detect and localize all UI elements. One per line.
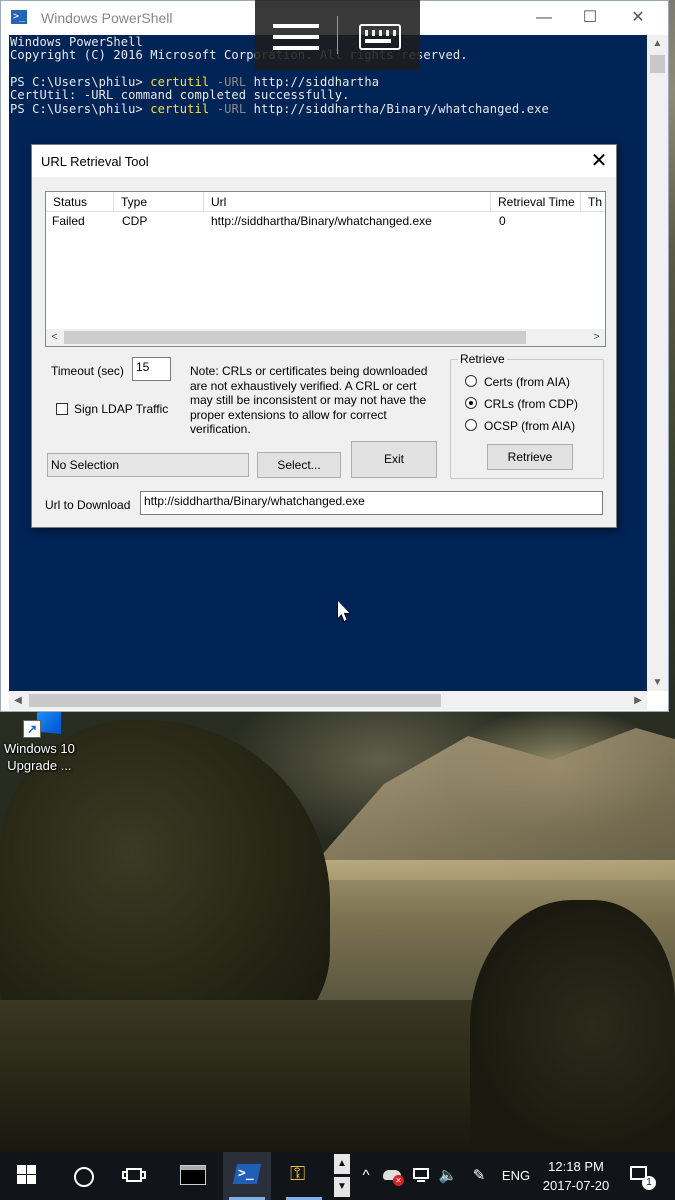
window-title: Windows PowerShell [41,10,173,26]
dialog-title: URL Retrieval Tool [41,154,149,169]
sign-ldap-checkbox[interactable] [56,403,68,415]
keyboard-icon[interactable] [359,24,401,50]
scroll-thumb[interactable] [650,55,665,73]
select-button[interactable]: Select... [257,452,341,478]
chevron-down-icon[interactable]: ▼ [334,1177,350,1197]
clock-time: 12:18 PM [548,1159,604,1174]
console-banner: Windows PowerShell [10,35,143,49]
onedrive-error-icon[interactable]: ✕ [380,1152,406,1200]
taskbar-app-console[interactable] [170,1152,216,1200]
taskbar: >_ ⚿ ▲ ▼ ^ ✕ 🔈 ✎ ENG 12:18 PM 2017-07-20… [0,1152,675,1200]
network-icon[interactable] [408,1152,434,1200]
cell-time: 0 [499,214,506,228]
remote-session-toolbar [255,0,420,70]
powershell-icon: >_ [11,10,27,24]
dialog-close-icon[interactable]: ✕ [588,150,610,172]
taskbar-app-powershell[interactable]: >_ [223,1152,271,1200]
scroll-thumb[interactable] [64,331,526,344]
horizontal-scrollbar[interactable]: ◀ ▶ [9,691,647,710]
language-indicator[interactable]: ENG [497,1152,535,1200]
list-horizontal-scrollbar[interactable]: < > [46,329,605,346]
radio-certs[interactable] [465,375,477,387]
note-text: Note: CRLs or certificates being downloa… [190,364,428,436]
vertical-scrollbar[interactable]: ▲ ▼ [647,35,668,691]
retrieve-groupbox: Retrieve Certs (from AIA) CRLs (from CDP… [450,352,604,479]
cortana-search-icon[interactable] [60,1152,106,1200]
console-command-line: PS C:\Users\philu> certutil -URL http://… [10,75,380,89]
results-list[interactable]: Status Type Url Retrieval Time Th Failed… [45,191,606,347]
retrieve-group-label: Retrieve [458,352,507,366]
radio-certs-label[interactable]: Certs (from AIA) [484,375,570,389]
taskbar-app-certificates[interactable]: ⚿ [280,1152,328,1200]
clock[interactable]: 12:18 PM 2017-07-20 [540,1157,612,1195]
key-certificate-icon: ⚿ [290,1163,306,1185]
cell-status: Failed [52,214,85,228]
show-hidden-icons-chevron-icon[interactable]: ^ [357,1152,375,1200]
scroll-right-icon[interactable]: ▶ [629,691,647,710]
url-to-download-input[interactable]: http://siddhartha/Binary/whatchanged.exe [140,491,603,515]
taskbar-scroll[interactable]: ▲ ▼ [332,1152,352,1200]
scroll-down-icon[interactable]: ▼ [647,674,668,691]
url-retrieval-dialog[interactable]: URL Retrieval Tool ✕ Status Type Url Ret… [31,144,617,528]
exit-button[interactable]: Exit [351,441,437,478]
cell-type: CDP [122,214,148,228]
retrieve-button[interactable]: Retrieve [487,444,573,470]
timeout-label: Timeout (sec) [51,364,124,378]
wallpaper-mountain [300,728,675,880]
toolbar-divider [337,16,338,54]
maximize-button[interactable]: ☐ [567,1,613,35]
dialog-titlebar[interactable]: URL Retrieval Tool ✕ [32,145,616,177]
chevron-right-icon[interactable]: > [588,329,605,346]
windows-upgrade-icon: ↗ [23,708,63,738]
sign-ldap-label[interactable]: Sign LDAP Traffic [74,402,168,416]
timeout-input[interactable]: 15 [132,357,171,381]
hamburger-menu-icon[interactable] [273,24,319,52]
action-center-button[interactable]: 1 [620,1152,662,1200]
desktop-icon-windows10-upgrade[interactable]: ↗ Windows 10 Upgrade ... [4,708,82,773]
shortcut-arrow-icon: ↗ [23,720,41,738]
pen-workspace-icon[interactable]: ✎ [466,1152,492,1200]
minimize-button[interactable]: — [521,1,567,35]
notification-count-badge: 1 [642,1176,656,1190]
scroll-left-icon[interactable]: ◀ [9,691,27,710]
radio-crls-label[interactable]: CRLs (from CDP) [484,397,578,411]
volume-icon[interactable]: 🔈 [435,1152,461,1200]
clock-date: 2017-07-20 [542,1178,610,1193]
scroll-up-icon[interactable]: ▲ [647,35,668,52]
cell-url: http://siddhartha/Binary/whatchanged.exe [211,214,432,228]
console-output-line: CertUtil: -URL command completed success… [10,88,350,102]
windows-logo-icon [17,1165,26,1174]
close-button[interactable]: ✕ [615,1,661,35]
column-url[interactable]: Url [204,192,491,211]
radio-ocsp-label[interactable]: OCSP (from AIA) [484,419,575,433]
radio-crls[interactable] [465,397,477,409]
wallpaper-trees-right [470,900,675,1152]
task-view-icon[interactable] [112,1152,158,1200]
scroll-thumb[interactable] [29,694,441,707]
chevron-left-icon[interactable]: < [46,329,63,346]
chevron-up-icon[interactable]: ▲ [334,1154,350,1174]
console-window-icon [180,1165,206,1185]
radio-ocsp[interactable] [465,419,477,431]
column-retrieval-time[interactable]: Retrieval Time [491,192,581,211]
column-type[interactable]: Type [114,192,204,211]
url-to-download-label: Url to Download [45,498,131,512]
column-th[interactable]: Th [581,192,605,211]
list-header: Status Type Url Retrieval Time Th [46,192,605,212]
column-status[interactable]: Status [46,192,114,211]
start-button[interactable] [0,1152,52,1200]
desktop-icon-label: Windows 10 Upgrade ... [4,741,75,773]
selection-status-field: No Selection [47,453,249,477]
console-command-line: PS C:\Users\philu> certutil -URL http://… [10,102,549,116]
